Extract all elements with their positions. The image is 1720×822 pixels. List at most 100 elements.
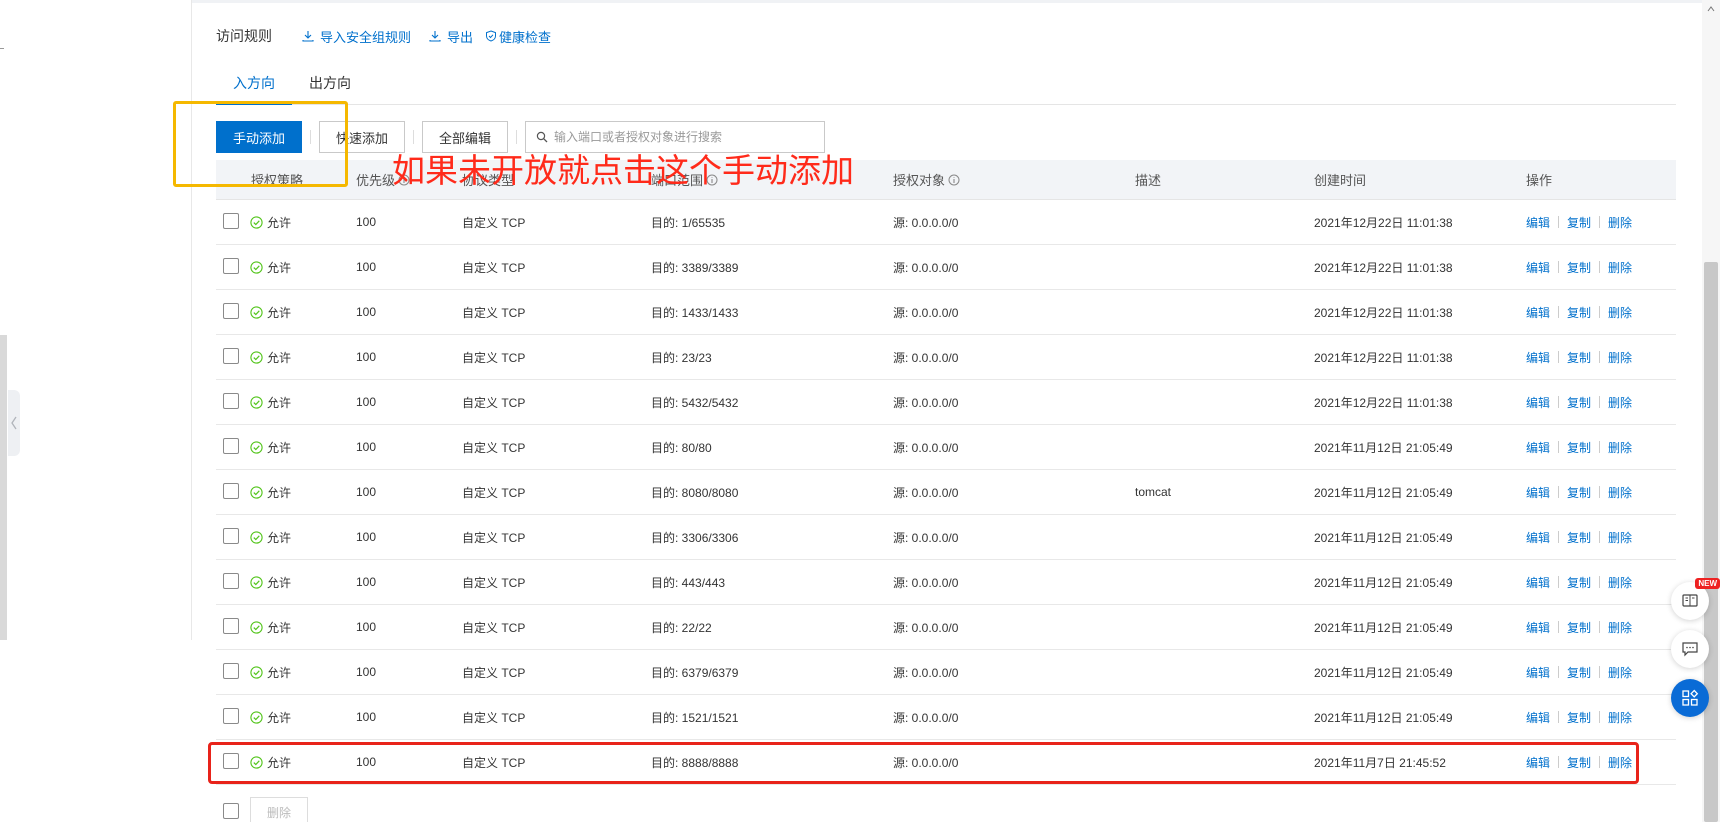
left-scrollbar[interactable] [0,335,7,640]
copy-link[interactable]: 复制 [1567,664,1591,681]
edit-link[interactable]: 编辑 [1526,394,1550,411]
edit-link[interactable]: 编辑 [1526,574,1550,591]
edit-link[interactable]: 编辑 [1526,259,1550,276]
delete-link[interactable]: 删除 [1608,394,1632,411]
tab-inbound[interactable]: 入方向 [216,72,292,105]
row-checkbox[interactable] [223,257,239,274]
scroll-up-arrow-icon[interactable] [1702,0,1720,18]
table-row: 允许 100 自定义 TCP 目的: 80/80 源: 0.0.0.0/0 2021年11… [216,425,1676,470]
export-link[interactable]: 导出 [429,27,473,46]
delete-link[interactable]: 删除 [1608,484,1632,501]
copy-link[interactable]: 复制 [1567,754,1591,771]
copy-link[interactable]: 复制 [1567,304,1591,321]
health-check-link[interactable]: 健康检查 [485,27,551,46]
import-rules-link[interactable]: 导入安全组规则 [302,27,411,46]
row-checkbox[interactable] [223,347,239,364]
float-apps-button[interactable] [1671,679,1709,717]
edit-link[interactable]: 编辑 [1526,214,1550,231]
priority-cell: 100 [356,665,377,679]
row-checkbox[interactable] [223,752,239,769]
copy-link[interactable]: 复制 [1567,214,1591,231]
edit-link[interactable]: 编辑 [1526,349,1550,366]
col-created: 创建时间 [1314,173,1367,188]
info-icon[interactable] [398,174,410,186]
port-range-cell: 目的: 1521/1521 [651,710,739,725]
op-separator [1558,576,1560,588]
delete-link[interactable]: 删除 [1608,259,1632,276]
col-port-label: 端口范围 [651,173,704,188]
copy-link[interactable]: 复制 [1567,619,1591,636]
batch-delete-button[interactable]: 删除 [250,797,309,822]
copy-link[interactable]: 复制 [1567,574,1591,591]
select-all-checkbox[interactable] [223,802,239,819]
copy-link[interactable]: 复制 [1567,709,1591,726]
policy-cell: 允许 [250,574,356,591]
row-checkbox[interactable] [223,527,239,544]
col-port: 端口范围 [651,170,893,189]
policy-cell: 允许 [250,439,356,456]
copy-link[interactable]: 复制 [1567,259,1591,276]
edit-link[interactable]: 编辑 [1526,619,1550,636]
row-checkbox[interactable] [223,572,239,589]
row-checkbox-cell [216,662,250,682]
row-checkbox[interactable] [223,617,239,634]
table-row: 允许 100 自定义 TCP 目的: 22/22 源: 0.0.0.0/0 2021年11… [216,605,1676,650]
protocol-cell: 自定义 TCP [462,620,526,635]
row-checkbox[interactable] [223,392,239,409]
check-circle-icon [250,305,263,319]
op-separator [1558,306,1560,318]
priority-cell: 100 [356,395,377,409]
copy-link[interactable]: 复制 [1567,394,1591,411]
float-feedback-button[interactable] [1671,630,1709,668]
check-circle-icon [250,215,263,229]
quick-add-button[interactable]: 快速添加 [319,121,406,153]
delete-link[interactable]: 删除 [1608,349,1632,366]
page-scrollbar-thumb[interactable] [1704,262,1718,822]
edit-link[interactable]: 编辑 [1526,709,1550,726]
row-checkbox[interactable] [223,437,239,454]
delete-link[interactable]: 删除 [1608,214,1632,231]
info-icon[interactable] [706,174,718,186]
edit-link[interactable]: 编辑 [1526,484,1550,501]
row-checkbox[interactable] [223,707,239,724]
delete-link[interactable]: 删除 [1608,304,1632,321]
edit-all-button[interactable]: 全部编辑 [422,121,509,153]
edit-link[interactable]: 编辑 [1526,664,1550,681]
tab-outbound[interactable]: 出方向 [292,72,368,105]
delete-link[interactable]: 删除 [1608,709,1632,726]
content-divider [191,0,192,640]
copy-link[interactable]: 复制 [1567,349,1591,366]
actions-cell: 编辑 复制 删除 [1526,349,1676,366]
source-cell: 源: 0.0.0.0/0 [893,530,959,545]
created-time-cell: 2021年12月22日 11:01:38 [1314,305,1453,320]
row-checkbox[interactable] [223,212,239,229]
delete-link[interactable]: 删除 [1608,754,1632,771]
row-checkbox[interactable] [223,482,239,499]
book-icon [1682,594,1698,607]
protocol-cell: 自定义 TCP [462,350,526,365]
edit-link[interactable]: 编辑 [1526,304,1550,321]
delete-link[interactable]: 删除 [1608,529,1632,546]
info-icon[interactable] [948,174,960,186]
row-checkbox[interactable] [223,662,239,679]
delete-link[interactable]: 删除 [1608,619,1632,636]
delete-link[interactable]: 删除 [1608,664,1632,681]
policy-text: 允许 [267,215,292,230]
sidebar-collapse-handle[interactable] [8,390,20,456]
row-checkbox-cell [216,302,250,322]
delete-link[interactable]: 删除 [1608,439,1632,456]
edit-link[interactable]: 编辑 [1526,439,1550,456]
copy-link[interactable]: 复制 [1567,529,1591,546]
search-input[interactable] [554,130,815,144]
edit-link[interactable]: 编辑 [1526,529,1550,546]
actions-cell: 编辑 复制 删除 [1526,709,1676,726]
delete-link[interactable]: 删除 [1608,574,1632,591]
row-checkbox-cell [216,482,250,502]
copy-link[interactable]: 复制 [1567,484,1591,501]
op-separator [1558,351,1560,363]
manual-add-button[interactable]: 手动添加 [216,121,303,153]
created-time-cell: 2021年11月12日 21:05:49 [1314,575,1453,590]
row-checkbox[interactable] [223,302,239,319]
copy-link[interactable]: 复制 [1567,439,1591,456]
edit-link[interactable]: 编辑 [1526,754,1550,771]
